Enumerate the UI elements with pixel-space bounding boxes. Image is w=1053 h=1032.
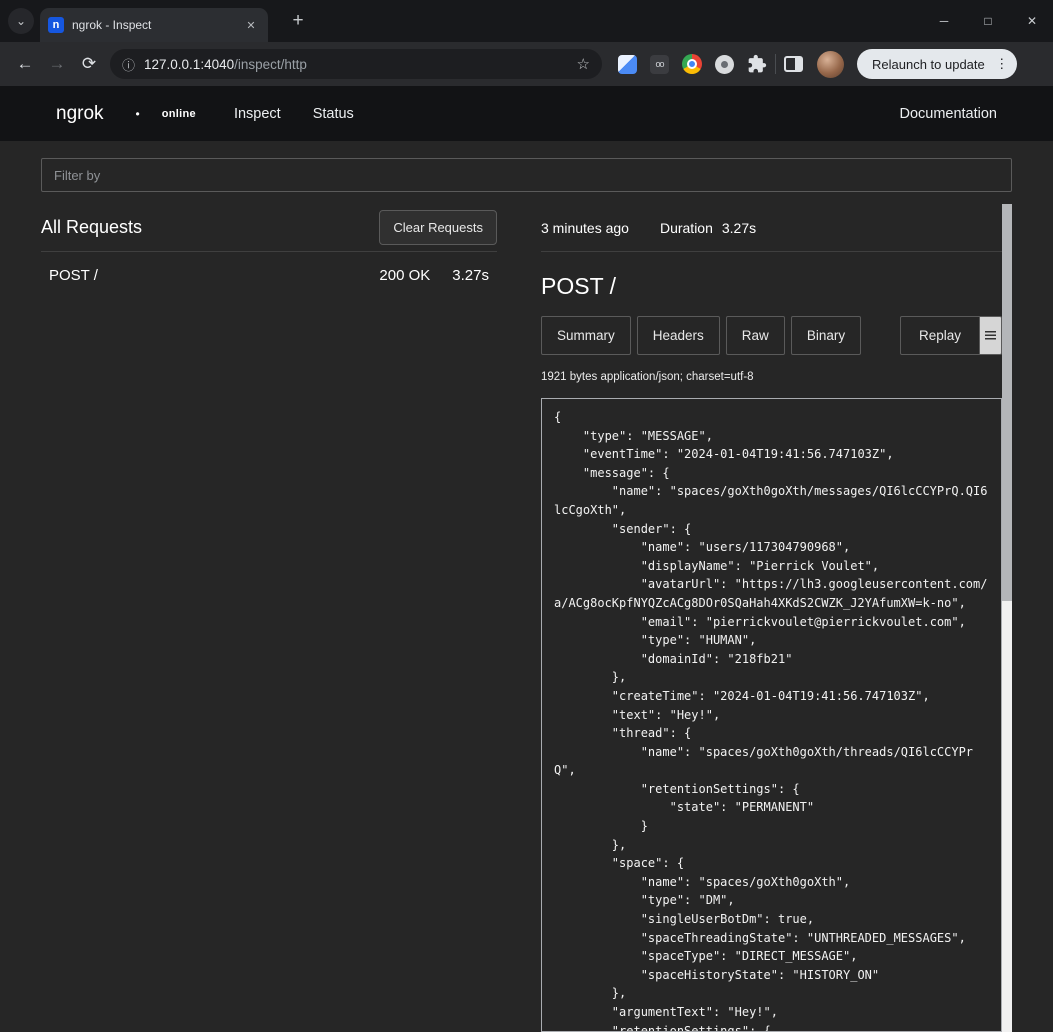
request-list-header: All Requests Clear Requests [41,204,497,252]
tab-search-button[interactable]: ⌄ [8,8,34,34]
detail-title: POST / [541,273,1002,300]
replay-button[interactable]: Replay [900,316,980,355]
response-body-block: { "type": "MESSAGE", "eventTime": "2024-… [541,398,1002,1032]
browser-tab[interactable]: n ngrok - Inspect ✕ [40,8,268,42]
tab-summary[interactable]: Summary [541,316,631,355]
request-row[interactable]: POST / 200 OK 3.27s [41,252,497,299]
browser-titlebar: ⌄ n ngrok - Inspect ✕ + ─ □ ✕ [0,0,1053,42]
nav-item-documentation[interactable]: Documentation [899,106,997,122]
status-dot-icon: • [136,107,140,121]
extension-icon-3[interactable] [715,55,734,74]
duration-label: Duration [660,220,713,236]
reload-button[interactable]: ⟳ [73,48,105,80]
back-button[interactable]: ← [9,48,41,80]
chevron-down-icon: ⌄ [16,14,26,28]
request-detail-panel: 3 minutes ago Duration 3.27s POST / Summ… [541,204,1012,1032]
detail-header: 3 minutes ago Duration 3.27s [541,204,1002,252]
all-requests-title: All Requests [41,217,142,238]
forward-button: → [41,48,73,80]
url-text: 127.0.0.1:4040/inspect/http [144,57,568,72]
tab-headers[interactable]: Headers [637,316,720,355]
extension-icons: oo [618,54,767,74]
window-close-button[interactable]: ✕ [1025,14,1039,28]
time-ago: 3 minutes ago [541,220,629,236]
browser-toolbar: ← → ⟳ ⓘ 127.0.0.1:4040/inspect/http ☆ oo… [0,42,1053,86]
extensions-puzzle-icon[interactable] [747,54,767,74]
chrome-logo-icon[interactable] [682,54,702,74]
extension-icon-2[interactable]: oo [650,55,669,74]
new-tab-button[interactable]: + [286,9,310,33]
request-duration: 3.27s [452,267,489,284]
tab-binary[interactable]: Binary [791,316,861,355]
request-detail-inner: 3 minutes ago Duration 3.27s POST / Summ… [541,204,1002,1032]
json-body: { "type": "MESSAGE", "eventTime": "2024-… [554,408,989,1032]
scrollbar-thumb[interactable] [1002,204,1012,601]
request-method-path: POST / [49,267,98,284]
filter-input[interactable] [41,158,1012,192]
nav-item-inspect[interactable]: Inspect [234,106,281,122]
tab-close-icon[interactable]: ✕ [242,16,260,34]
request-status: 200 OK [379,267,430,284]
relaunch-to-update-button[interactable]: Relaunch to update ⋮ [857,49,1017,79]
clear-requests-button[interactable]: Clear Requests [379,210,497,245]
ngrok-header: ngrok • online Inspect Status Documentat… [0,86,1053,141]
ngrok-logo[interactable]: ngrok [56,103,104,125]
nav-item-status[interactable]: Status [313,106,354,122]
main-row: All Requests Clear Requests POST / 200 O… [41,204,1012,1032]
profile-avatar[interactable] [817,51,844,78]
bookmark-star-icon[interactable]: ☆ [577,55,590,73]
ngrok-favicon-icon: n [48,17,64,33]
side-panel-icon[interactable] [784,56,803,72]
url-path: /inspect/http [234,57,307,72]
replay-group: Replay [900,316,1002,355]
minimize-button[interactable]: ─ [937,14,951,28]
online-status: online [162,108,196,120]
replay-menu-button[interactable] [980,316,1002,355]
maximize-button[interactable]: □ [981,14,995,28]
duration-value: 3.27s [722,220,756,236]
window-controls: ─ □ ✕ [937,0,1039,42]
inspect-page: All Requests Clear Requests POST / 200 O… [0,141,1053,1032]
detail-tabs: Summary Headers Raw Binary Replay [541,316,1002,355]
site-info-icon[interactable]: ⓘ [122,55,135,74]
relaunch-label: Relaunch to update [872,57,985,72]
tab-raw[interactable]: Raw [726,316,785,355]
toolbar-divider [775,54,776,74]
tab-title: ngrok - Inspect [72,18,234,32]
url-host: 127.0.0.1:4040 [144,57,234,72]
request-list-panel: All Requests Clear Requests POST / 200 O… [41,204,497,1032]
panel-scrollbar[interactable] [1002,204,1012,1032]
address-bar[interactable]: ⓘ 127.0.0.1:4040/inspect/http ☆ [110,49,602,79]
extension-icon-1[interactable] [618,55,637,74]
hamburger-icon [985,331,996,340]
body-meta: 1921 bytes application/json; charset=utf… [541,371,1002,383]
browser-menu-kebab-icon[interactable]: ⋮ [991,56,1013,72]
